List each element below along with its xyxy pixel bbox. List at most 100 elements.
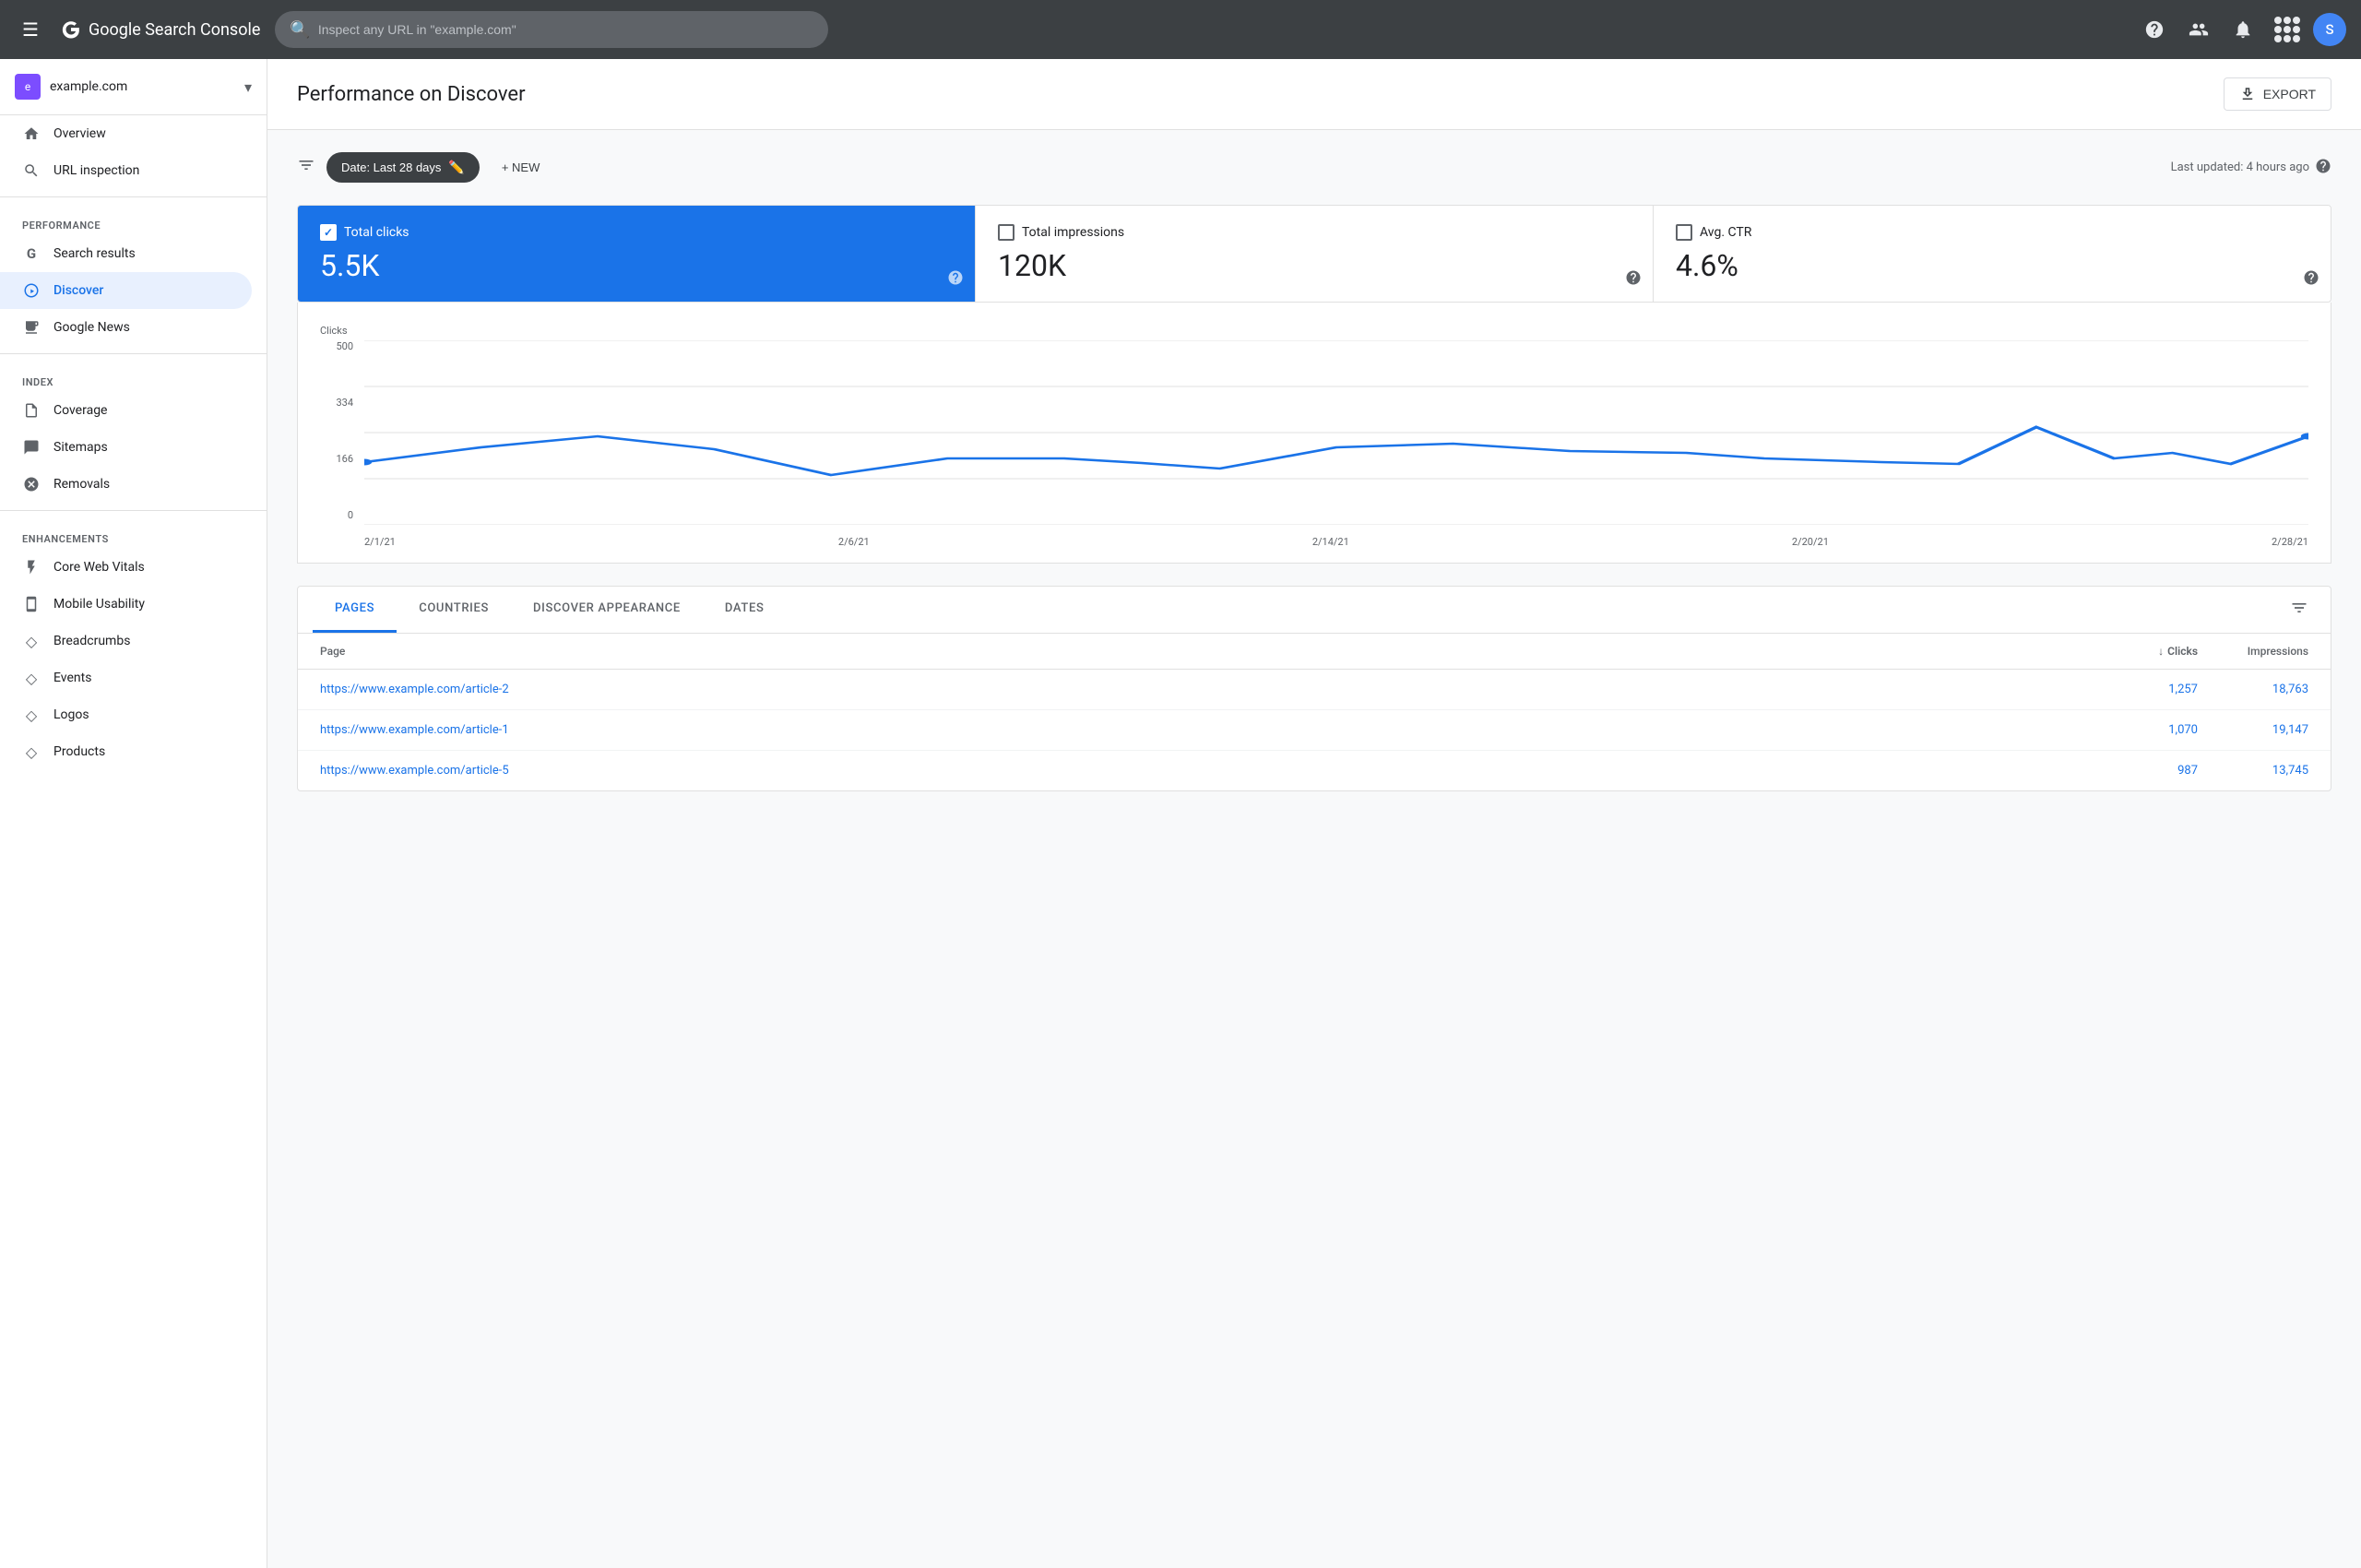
url-search-input[interactable] [318,22,814,37]
page-header: Performance on Discover EXPORT [267,59,2361,130]
last-updated-text: Last updated: 4 hours ago [2171,160,2309,174]
sidebar-divider-1 [0,196,267,197]
export-button[interactable]: EXPORT [2224,77,2331,111]
sidebar-item-google-news[interactable]: Google News [0,309,252,346]
app-logo: Google Search Console [61,19,260,40]
row-clicks-0: 1,257 [2106,683,2198,696]
tab-countries[interactable]: COUNTRIES [397,587,511,633]
sidebar-item-core-web-vitals[interactable]: Core Web Vitals [0,549,252,586]
metric-card-total-clicks[interactable]: ✓ Total clicks 5.5K [298,206,976,302]
performance-chart [364,340,2308,525]
sort-down-icon: ↓ [2158,645,2164,658]
breadcrumbs-label: Breadcrumbs [53,634,130,648]
sidebar-item-coverage[interactable]: Coverage [0,392,252,429]
metric-header-clicks: ✓ Total clicks [320,224,953,241]
filter-icon[interactable] [297,156,315,179]
col-header-clicks[interactable]: ↓ Clicks [2106,645,2198,658]
url-search-bar[interactable]: 🔍 [275,11,828,48]
chart-area: 2/1/21 2/6/21 2/14/21 2/20/21 2/28/21 [364,340,2308,548]
main-content: Date: Last 28 days ✏️ + NEW Last updated… [267,130,2361,814]
metric-value-impressions: 120K [998,248,1631,283]
sidebar-item-events[interactable]: ◇ Events [0,659,252,696]
mobile-usability-label: Mobile Usability [53,597,145,612]
metric-help-impressions[interactable] [1625,269,1642,291]
sidebar-item-discover[interactable]: Discover [0,272,252,309]
sidebar-item-breadcrumbs[interactable]: ◇ Breadcrumbs [0,623,252,659]
tab-pages[interactable]: PAGES [313,587,397,633]
notifications-icon[interactable] [2225,11,2261,48]
row-url-1[interactable]: https://www.example.com/article-1 [320,723,2106,737]
topbar-actions: S [2136,11,2346,48]
chart-y-label: Clicks [320,325,2308,337]
sidebar-item-search-results[interactable]: G Search results [0,235,252,272]
table-filter-icon[interactable] [2283,591,2316,629]
new-filter-button[interactable]: + NEW [491,153,552,182]
metric-value-ctr: 4.6% [1676,248,2308,283]
google-news-label: Google News [53,320,130,335]
site-name: example.com [50,79,235,94]
site-selector[interactable]: e example.com ▾ [0,59,267,115]
products-label: Products [53,744,105,759]
performance-section-label: Performance [0,205,267,235]
row-url-0[interactable]: https://www.example.com/article-2 [320,683,2106,696]
index-section-label: Index [0,362,267,392]
menu-icon[interactable]: ☰ [15,11,46,48]
sidebar-item-url-inspection[interactable]: URL inspection [0,152,252,189]
tab-dates[interactable]: DATES [703,587,787,633]
products-icon: ◇ [22,742,41,761]
metric-card-total-impressions[interactable]: Total impressions 120K [976,206,1654,302]
date-filter-button[interactable]: Date: Last 28 days ✏️ [326,152,480,183]
removals-icon [22,475,41,493]
core-web-vitals-label: Core Web Vitals [53,560,145,575]
events-label: Events [53,671,91,685]
last-updated: Last updated: 4 hours ago [2171,158,2331,178]
checkbox-check: ✓ [324,226,333,239]
enhancements-section-label: Enhancements [0,518,267,549]
x-tick-2: 2/14/21 [1312,536,1349,548]
user-avatar[interactable]: S [2313,13,2346,46]
metric-value-clicks: 5.5K [320,248,953,283]
table-row: https://www.example.com/article-2 1,257 … [298,670,2331,710]
sitemaps-icon [22,438,41,457]
google-news-icon [22,318,41,337]
breadcrumbs-icon: ◇ [22,632,41,650]
last-updated-help-icon[interactable] [2315,158,2331,178]
site-dropdown-arrow[interactable]: ▾ [244,78,252,96]
metric-header-impressions: Total impressions [998,224,1631,241]
metric-help-clicks[interactable] [947,269,964,291]
y-tick-0: 0 [348,509,353,521]
sidebar-item-sitemaps[interactable]: Sitemaps [0,429,252,466]
sitemaps-label: Sitemaps [53,440,108,455]
page-title: Performance on Discover [297,83,526,106]
core-web-vitals-icon [22,558,41,576]
sidebar-item-logos[interactable]: ◇ Logos [0,696,252,733]
metric-help-ctr[interactable] [2303,269,2319,291]
app-layout: e example.com ▾ Overview URL inspection … [0,59,2361,1568]
chart-wrapper: 500 334 166 0 [320,340,2308,548]
export-label: EXPORT [2263,87,2316,101]
url-inspection-label: URL inspection [53,163,139,178]
removals-label: Removals [53,477,110,492]
row-clicks-1: 1,070 [2106,723,2198,737]
metric-card-avg-ctr[interactable]: Avg. CTR 4.6% [1654,206,2331,302]
main-content-area: Performance on Discover EXPORT Date: Las… [267,59,2361,1568]
sidebar-item-mobile-usability[interactable]: Mobile Usability [0,586,252,623]
filter-bar: Date: Last 28 days ✏️ + NEW Last updated… [297,152,2331,183]
row-url-2[interactable]: https://www.example.com/article-5 [320,764,2106,778]
sidebar-item-removals[interactable]: Removals [0,466,252,503]
metrics-row: ✓ Total clicks 5.5K Total impressions 12… [297,205,2331,303]
tab-discover-appearance[interactable]: DISCOVER APPEARANCE [511,587,703,633]
search-results-icon: G [22,244,41,263]
grid-dots [2274,17,2300,42]
edit-icon: ✏️ [448,160,464,175]
help-button[interactable] [2136,11,2173,48]
events-icon: ◇ [22,669,41,687]
clicks-header-label: Clicks [2167,645,2198,658]
google-logo-icon [61,19,81,40]
col-header-impressions[interactable]: Impressions [2198,645,2308,658]
y-tick-334: 334 [336,397,353,409]
apps-grid-icon[interactable] [2269,11,2306,48]
account-icon[interactable] [2180,11,2217,48]
sidebar-item-overview[interactable]: Overview [0,115,252,152]
sidebar-item-products[interactable]: ◇ Products [0,733,252,770]
